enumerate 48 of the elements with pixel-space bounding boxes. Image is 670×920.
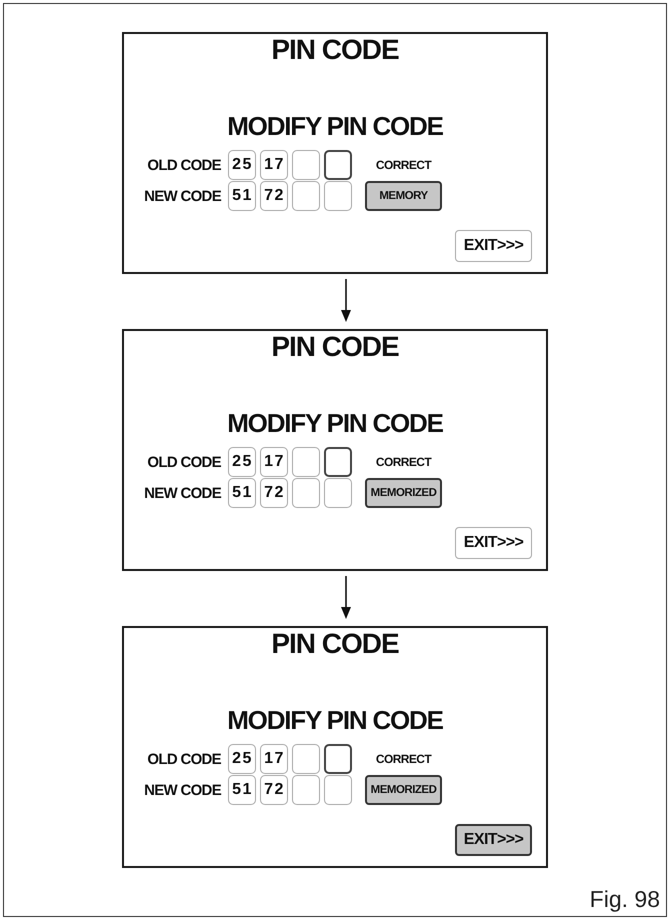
code-field[interactable] bbox=[292, 181, 320, 211]
code-field[interactable]: 51 bbox=[228, 181, 256, 211]
code-field[interactable] bbox=[324, 744, 352, 774]
code-field[interactable]: 25 bbox=[228, 150, 256, 180]
code-label: OLD CODE bbox=[146, 454, 221, 470]
screen-heading: MODIFY PIN CODE bbox=[227, 110, 443, 142]
memorize-button[interactable]: MEMORY bbox=[365, 181, 442, 211]
code-label: NEW CODE bbox=[143, 188, 221, 204]
memorize-button[interactable]: MEMORIZED bbox=[365, 775, 442, 805]
code-field[interactable] bbox=[292, 447, 320, 477]
code-field[interactable]: 51 bbox=[228, 775, 256, 805]
screen-heading: MODIFY PIN CODE bbox=[227, 704, 443, 736]
code-field[interactable]: 25 bbox=[228, 744, 256, 774]
code-field[interactable]: 17 bbox=[260, 150, 288, 180]
code-field[interactable]: 72 bbox=[260, 478, 288, 508]
code-field[interactable]: 72 bbox=[260, 181, 288, 211]
code-field[interactable] bbox=[324, 447, 352, 477]
exit-button[interactable]: EXIT>>> bbox=[455, 824, 532, 856]
code-field[interactable]: 25 bbox=[228, 447, 256, 477]
code-field[interactable] bbox=[292, 744, 320, 774]
code-field[interactable] bbox=[324, 478, 352, 508]
code-field[interactable] bbox=[292, 478, 320, 508]
code-field[interactable] bbox=[324, 181, 352, 211]
code-field[interactable] bbox=[292, 775, 320, 805]
code-label: NEW CODE bbox=[143, 484, 221, 502]
flow-arrow bbox=[340, 576, 352, 619]
exit-button[interactable]: EXIT>>> bbox=[455, 230, 532, 262]
status-text: CORRECT bbox=[376, 158, 432, 172]
code-field[interactable]: 17 bbox=[260, 447, 288, 477]
code-field[interactable]: 17 bbox=[260, 744, 288, 774]
flow-arrow bbox=[340, 279, 352, 322]
code-field[interactable] bbox=[324, 775, 352, 805]
figure-caption: Fig. 98 bbox=[590, 885, 660, 913]
code-field[interactable]: 51 bbox=[228, 478, 256, 508]
exit-button[interactable]: EXIT>>> bbox=[455, 527, 532, 559]
code-label: OLD CODE bbox=[146, 156, 221, 174]
memorize-button[interactable]: MEMORIZED bbox=[365, 478, 442, 508]
screen-title: PIN CODE bbox=[271, 331, 399, 363]
code-label: OLD CODE bbox=[146, 750, 221, 768]
code-label: NEW CODE bbox=[143, 782, 221, 798]
screen-title: PIN CODE bbox=[271, 628, 399, 660]
code-field[interactable] bbox=[324, 150, 352, 180]
status-text: CORRECT bbox=[376, 752, 432, 766]
screen-heading: MODIFY PIN CODE bbox=[227, 407, 443, 439]
status-text: CORRECT bbox=[376, 455, 432, 469]
code-field[interactable]: 72 bbox=[260, 775, 288, 805]
code-field[interactable] bbox=[292, 150, 320, 180]
screen-title: PIN CODE bbox=[271, 34, 399, 66]
